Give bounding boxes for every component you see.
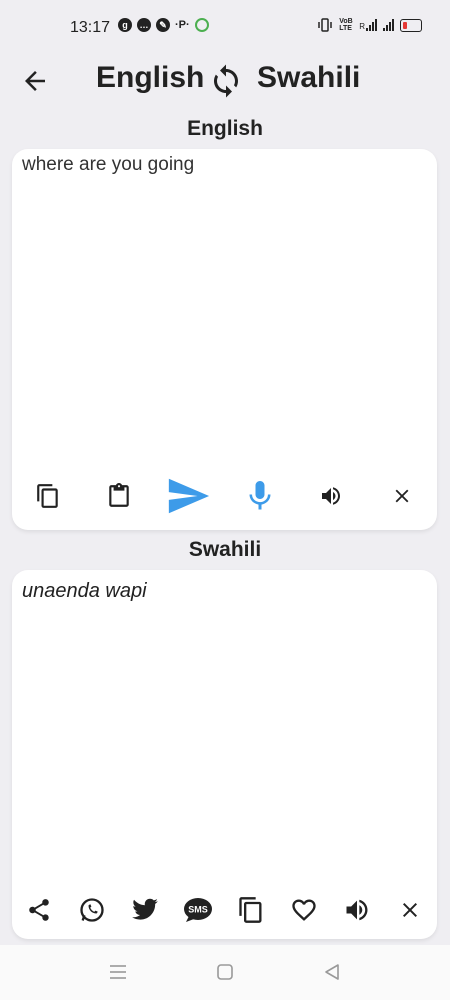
system-navigation-bar bbox=[0, 945, 450, 1000]
back-button[interactable] bbox=[20, 66, 50, 96]
menu-icon bbox=[110, 965, 126, 979]
battery-icon bbox=[400, 18, 422, 32]
source-language-title[interactable]: English bbox=[96, 61, 204, 95]
speak-source-button[interactable] bbox=[318, 483, 344, 509]
volte-icon: VoB LTE bbox=[339, 18, 353, 32]
status-time: 13:17 bbox=[70, 19, 111, 36]
whatsapp-icon bbox=[80, 898, 104, 922]
whatsapp-share-button[interactable] bbox=[78, 896, 106, 924]
send-icon bbox=[168, 478, 210, 514]
speaker-icon bbox=[322, 487, 340, 505]
paytm-notification-icon: ·P· bbox=[175, 19, 190, 31]
share-button[interactable] bbox=[25, 896, 53, 924]
translate-send-button[interactable] bbox=[165, 473, 211, 519]
clear-icon bbox=[403, 903, 417, 917]
voice-input-button[interactable] bbox=[242, 473, 278, 519]
paste-button[interactable] bbox=[105, 482, 133, 510]
notification-g-icon: g bbox=[118, 18, 132, 32]
favorite-button[interactable] bbox=[290, 896, 318, 924]
twitter-icon bbox=[132, 898, 158, 920]
sms-icon: SMS bbox=[184, 898, 212, 922]
swap-icon bbox=[214, 64, 238, 98]
paste-icon bbox=[109, 483, 129, 507]
target-language-title[interactable]: Swahili bbox=[257, 61, 360, 95]
speak-translation-button[interactable] bbox=[343, 896, 371, 924]
swap-languages-button[interactable] bbox=[208, 63, 244, 99]
clear-icon bbox=[395, 489, 409, 503]
source-language-label: English bbox=[187, 117, 263, 140]
notification-icons: g … ✎ ·P· bbox=[118, 18, 209, 32]
source-text-input[interactable]: where are you going bbox=[22, 154, 422, 454]
heart-icon bbox=[292, 899, 316, 921]
network-r: R bbox=[359, 22, 365, 31]
translation-output-card: unaenda wapi SMS bbox=[12, 570, 437, 939]
translated-text: unaenda wapi bbox=[22, 580, 147, 602]
message-notification-icon: … bbox=[137, 18, 151, 32]
copy-source-button[interactable] bbox=[34, 482, 62, 510]
home-nav-button[interactable] bbox=[214, 961, 236, 983]
app-notification-icon: ✎ bbox=[156, 18, 170, 32]
back-nav-button[interactable] bbox=[321, 961, 343, 983]
vibrate-icon bbox=[318, 18, 332, 32]
source-input-card: where are you going bbox=[12, 149, 437, 530]
share-icon bbox=[29, 899, 49, 921]
copy-icon bbox=[37, 484, 58, 508]
status-bar: 13:17 g … ✎ ·P· VoB LTE R bbox=[0, 0, 450, 58]
clear-source-button[interactable] bbox=[389, 483, 415, 509]
twitter-share-button[interactable] bbox=[129, 895, 161, 925]
signal-2-icon bbox=[383, 19, 394, 31]
clear-translation-button[interactable] bbox=[397, 897, 423, 923]
copy-translation-button[interactable] bbox=[237, 896, 265, 924]
menu-nav-button[interactable] bbox=[107, 961, 129, 983]
sms-share-button[interactable]: SMS bbox=[183, 896, 213, 924]
home-square-icon bbox=[217, 964, 233, 980]
app-header: English Swahili bbox=[0, 58, 450, 104]
copy-icon bbox=[239, 897, 262, 923]
mic-icon bbox=[249, 481, 271, 510]
circle-notification-icon bbox=[194, 18, 209, 32]
back-triangle-icon bbox=[325, 964, 339, 980]
back-arrow-icon bbox=[25, 71, 45, 91]
sms-icon-label: SMS bbox=[188, 905, 208, 915]
speaker-icon bbox=[346, 899, 368, 921]
target-language-label: Swahili bbox=[188, 538, 262, 561]
system-status-icons: VoB LTE R bbox=[317, 18, 422, 32]
signal-1-icon: R bbox=[359, 19, 377, 31]
